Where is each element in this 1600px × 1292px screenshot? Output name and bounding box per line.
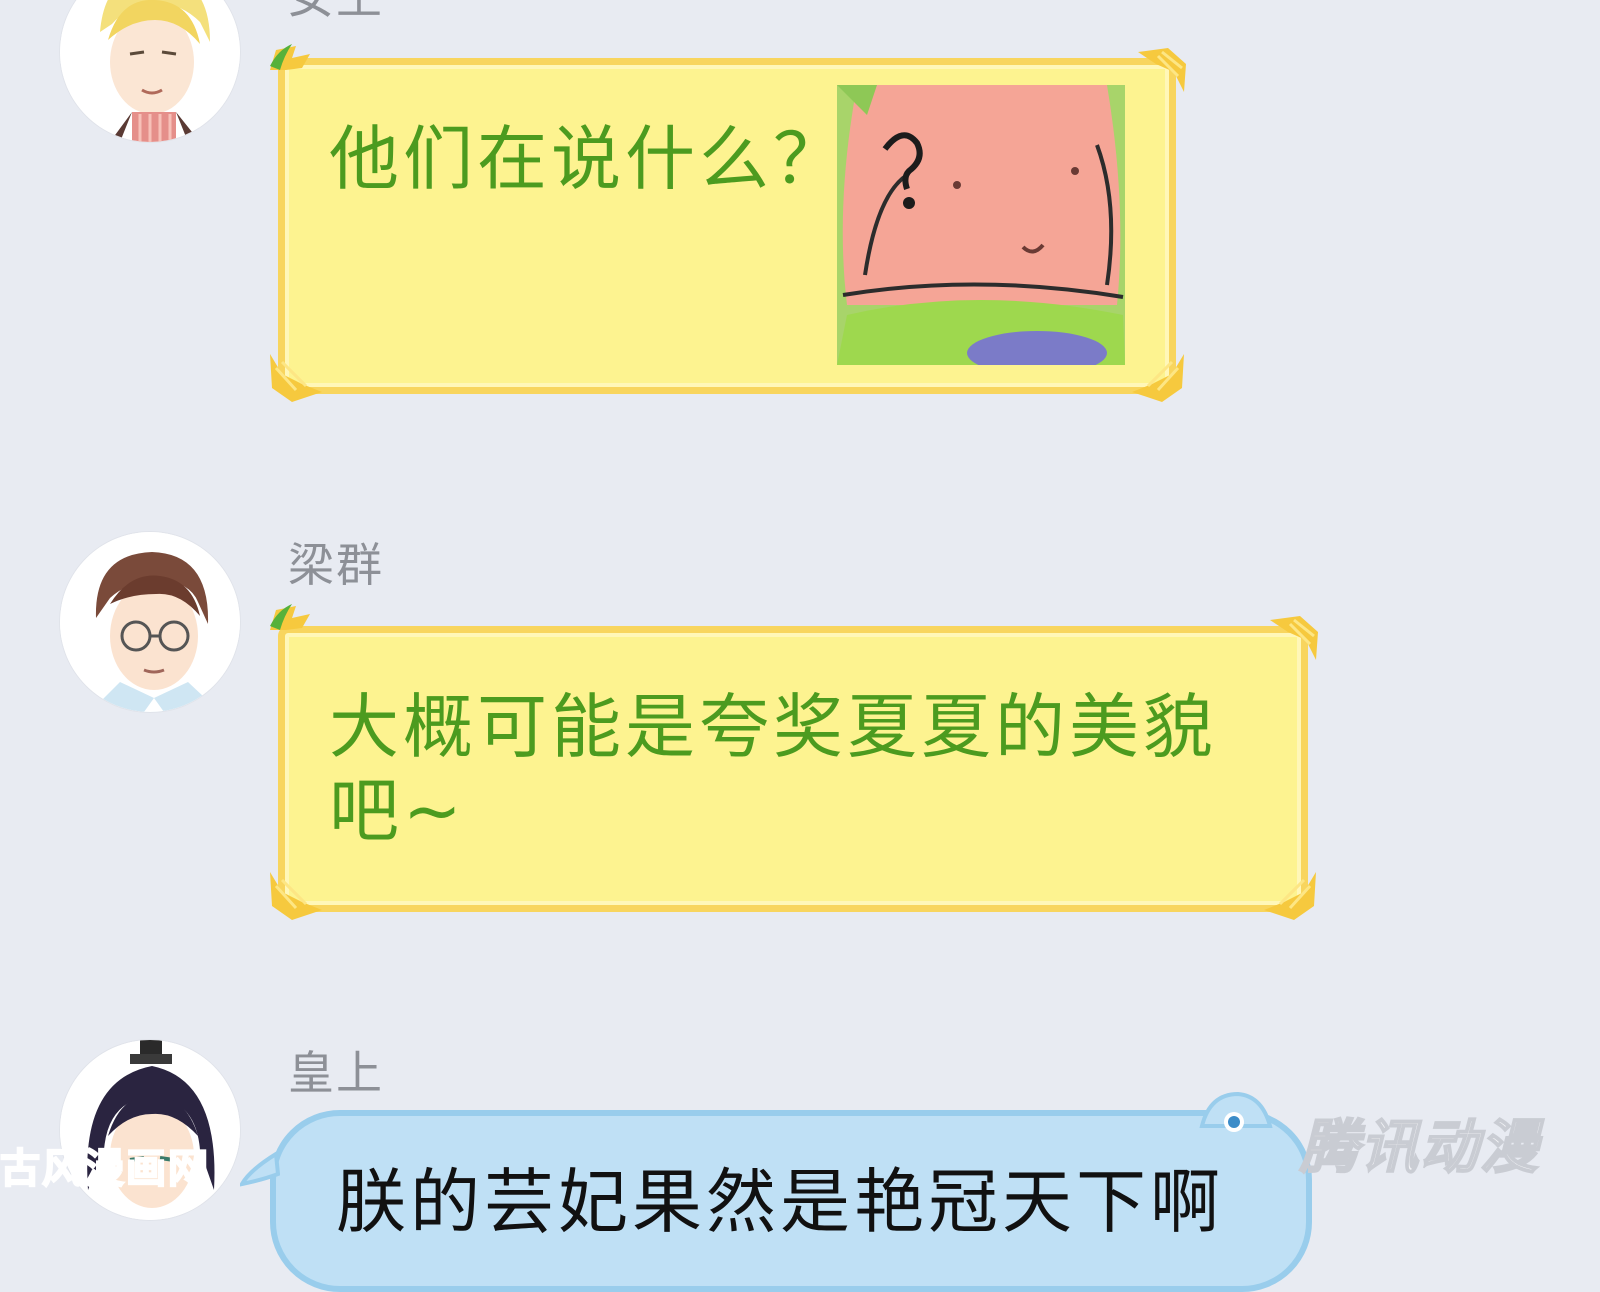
message-text: 大概可能是夸奖夏夏的美貌吧~ (329, 686, 1217, 852)
watermark-right: 腾讯动漫 (1299, 1112, 1541, 1182)
message-bubble[interactable]: 大概可能是夸奖夏夏的美貌吧~ (278, 626, 1308, 912)
bubble-corner-ornament (262, 344, 326, 408)
message-text: 他们在说什么？ (329, 118, 847, 200)
bubble-corner-ornament (1128, 42, 1192, 106)
blue-bubble-tail (238, 1150, 281, 1194)
sender-name: 女王 (288, 0, 384, 20)
bubble-corner-ornament (1260, 862, 1324, 926)
bubble-corner-ornament (262, 40, 326, 104)
avatar[interactable] (60, 532, 240, 712)
bubble-corner-ornament (1128, 344, 1192, 408)
message-bubble[interactable]: 朕的芸妃果然是艳冠天下啊 (270, 1110, 1312, 1292)
sender-name: 皇上 (288, 1046, 384, 1100)
bubble-corner-ornament (262, 862, 326, 926)
message-text: 朕的芸妃果然是艳冠天下啊 (336, 1161, 1224, 1243)
bubble-corner-ornament (262, 600, 326, 664)
bubble-eye-ornament (1196, 1090, 1276, 1154)
sender-name: 梁群 (288, 538, 384, 592)
bubble-corner-ornament (1260, 610, 1324, 674)
patrick-star-question-sticker[interactable] (837, 85, 1125, 365)
watermark-left: 古风漫画网 (0, 1145, 210, 1193)
avatar[interactable] (60, 0, 240, 142)
message-bubble[interactable]: 他们在说什么？ (278, 58, 1176, 394)
